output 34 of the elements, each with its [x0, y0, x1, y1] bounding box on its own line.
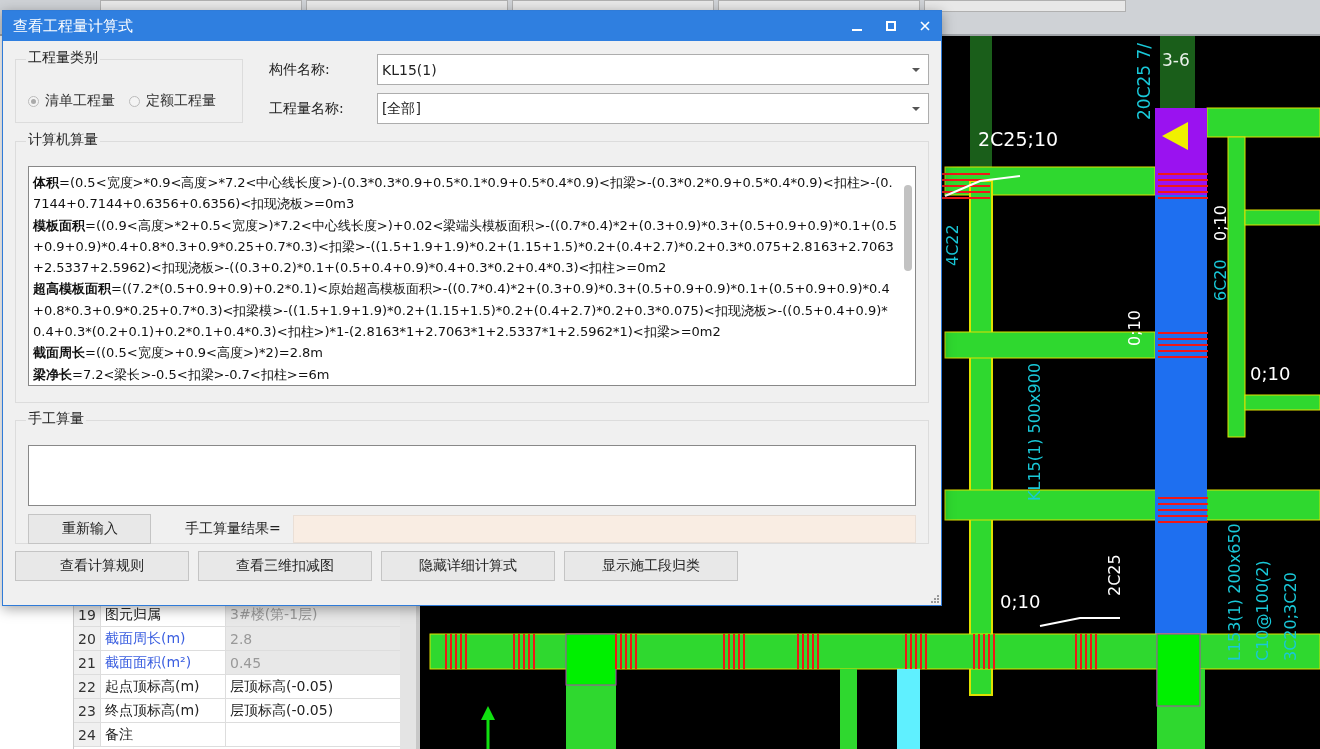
cad-label: 3C20;3C20 [1281, 572, 1300, 661]
cad-label: C10@100(2) [1253, 560, 1272, 661]
formula-text: 体积=(0.5<宽度>*0.9<高度>*7.2<中心线长度>)-(0.3*0.3*0.9+0.5*0.1*0.9+0.5*0.4*0.9)<扣梁>-(0.3*0.2*0.9+0.5*0.4*0.9)<扣柱>-(0.7144+0.7144+0.6356+0.6356)<扣现浇板>=0m3 [33, 174, 894, 214]
row-number: 22 [74, 675, 100, 698]
cad-label: 6C20 [1211, 259, 1230, 301]
cad-label: L153(1) 200x650 [1225, 523, 1244, 661]
group-legend: 手工算量 [26, 410, 86, 428]
row-number: 20 [74, 627, 100, 650]
cad-label: 0;10 [1250, 363, 1291, 384]
formula-text: 截面周长=((0.5<宽度>+0.9<高度>)*2)=2.8m [33, 344, 324, 363]
group-legend: 计算机算量 [26, 131, 100, 149]
cad-label: 4C22 [943, 224, 962, 266]
cad-label: 0;10 [1000, 591, 1041, 612]
field-label: 构件名称: [269, 60, 331, 79]
row-number: 24 [74, 723, 100, 746]
cad-label: 2C25 [1105, 554, 1124, 596]
formula-text: 梁净长=7.2<梁长>-0.5<扣梁>-0.7<扣柱>=6m [33, 365, 331, 384]
cad-label: 2C25;10 [978, 128, 1059, 150]
cad-label: 3-6 [1162, 50, 1190, 70]
group-legend: 工程量类别 [26, 49, 100, 67]
window-title: 查看工程量计算式 [13, 16, 133, 36]
property-name: 起点顶标高(m) [100, 675, 225, 698]
cad-label: 0;10 [1211, 205, 1230, 241]
cad-label: 0;10 [1125, 310, 1144, 346]
row-number: 21 [74, 651, 100, 674]
cad-label: 20C25 7/ [1134, 42, 1154, 120]
property-name: 终点顶标高(m) [100, 699, 225, 722]
cad-label: KL15(1) 500x900 [1025, 362, 1044, 501]
property-name: 备注 [100, 723, 225, 746]
formula-text: 模板面积=((0.9<高度>*2+0.5<宽度>)*7.2<中心线长度>)+0.02<梁端头模板面积>-((0.7*0.4)*2+(0.3+0.9)*0.3+(0.5+0.9+0.9)*0.1+(0.5+0.9+0.9)*0.4+0.8*0.3+0.9*0.25+0.7*0.3)<扣梁>-((1.5+1.9+1.9)*0.2+(1.15+1.5)*0.2+(0.4+2.7)*0.2+0.3*0.075+2.8163+2.7063+2.5337+2.5962)<扣现浇板>-((0.3+0.2)*0.1+(0.5+0.4+0.9)*0.4+0.3*0.2+0.4*0.3)<扣柱>=0m2 [33, 216, 897, 278]
row-number: 23 [74, 699, 100, 722]
formula-text: 超高模板面积=((7.2*(0.5+0.9+0.9)+0.2*0.1)<原始超高模板面积>-((0.7*0.4)*2+(0.3+0.9)*0.3+(0.5+0.9+0.9)*0.1+(0.5+0.9+0.9)*0.4 +0.8*0.3+0.9*0.25+0.7*0.3)<扣梁模>-((1.5+1.9+1.9)*0.2+(1.15+1.5)*0.2+(0.4+2.7)*0.2+0.3*0.075)<扣现浇板>-((0.5+0.4+0.9)*0.4+0.3*(0.2+0.1)+0.2*0.1+0.4*0.3)<扣柱>)*1-(2.8163*1+2.7063*1+2.5337*1+2.5962*1)<扣梁>=0m2 [33, 280, 891, 342]
field-label: 工程量名称: [269, 99, 345, 118]
result-label: 手工算量结果= [185, 520, 282, 538]
